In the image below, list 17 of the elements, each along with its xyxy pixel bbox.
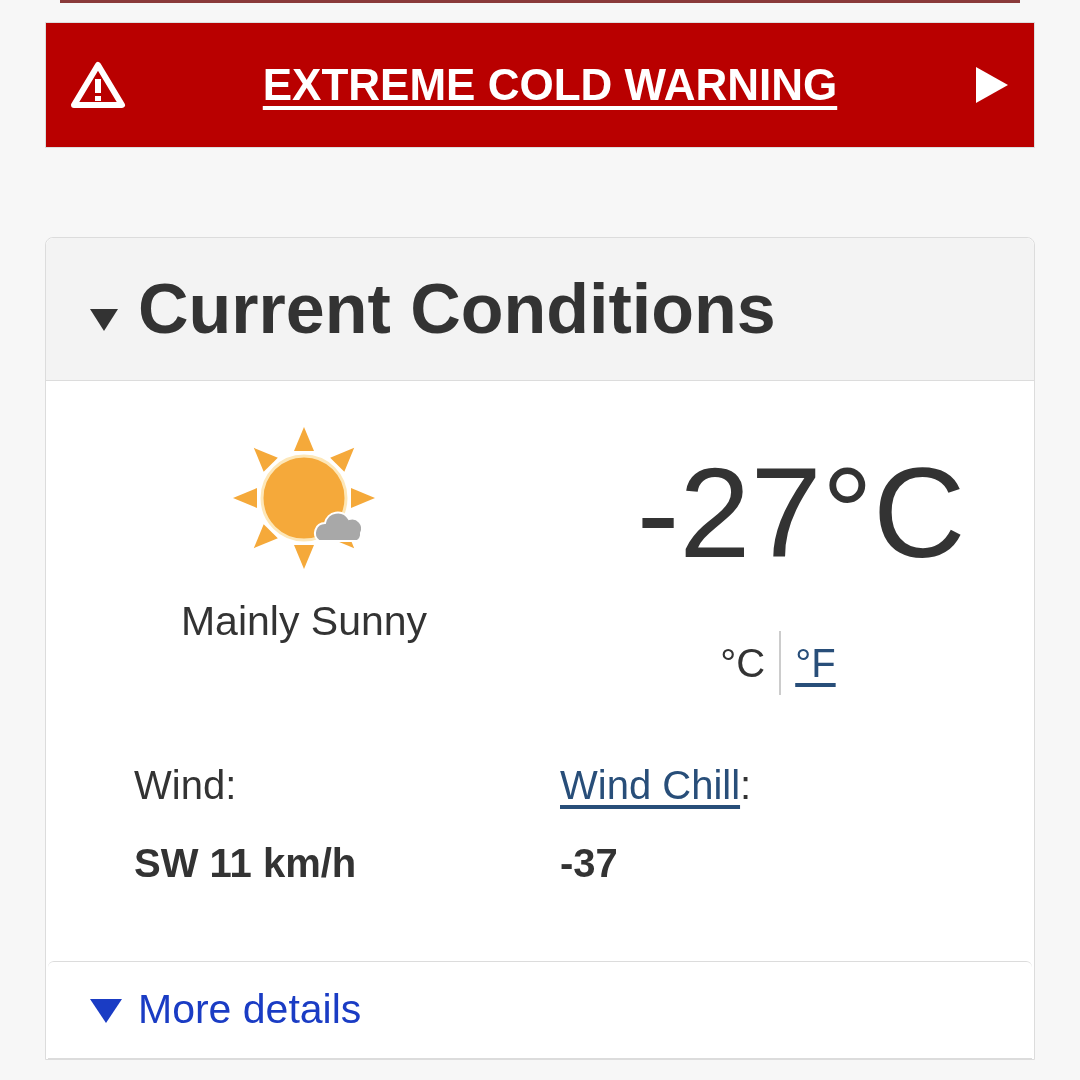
sunny-cloud-icon bbox=[231, 425, 377, 571]
section-header[interactable]: Current Conditions bbox=[46, 238, 1034, 381]
detail-label: Wind: bbox=[134, 763, 237, 807]
warning-banner[interactable]: EXTREME COLD WARNING bbox=[45, 22, 1035, 148]
warning-title[interactable]: EXTREME COLD WARNING bbox=[262, 52, 838, 118]
condition-text: Mainly Sunny bbox=[180, 597, 428, 646]
unit-toggle[interactable]: °C bbox=[720, 633, 766, 693]
wind-chill-link[interactable]: Wind Chill bbox=[560, 763, 741, 807]
warning-icon bbox=[70, 61, 126, 109]
detail-value: -37 bbox=[560, 840, 619, 887]
unit-toggle[interactable]: °F bbox=[795, 633, 836, 693]
section-title: Current Conditions bbox=[138, 268, 776, 350]
play-arrow-icon bbox=[974, 65, 1010, 105]
temperature-reading: -27°C bbox=[636, 449, 966, 577]
detail-value: SW 11 km/h bbox=[134, 840, 358, 887]
label-colon: : bbox=[740, 763, 752, 807]
more-details-toggle[interactable]: More details bbox=[48, 961, 1032, 1059]
